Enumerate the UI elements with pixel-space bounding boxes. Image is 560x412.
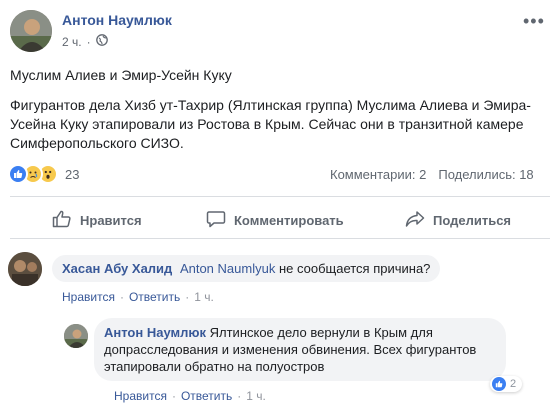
stats-spacer: [426, 167, 438, 182]
comment-actions: Нравится · Ответить · 1 ч.: [62, 290, 214, 304]
separator: ·: [119, 290, 124, 304]
post-title: Муслим Алиев и Эмир-Усейн Куку: [10, 67, 232, 83]
reply-bubble: Антон Наумлюк Ялтинское дело вернули в К…: [94, 318, 506, 381]
like-button[interactable]: Нравится: [52, 210, 142, 231]
reply-reactions[interactable]: 2: [490, 376, 523, 392]
like-label: Нравится: [80, 213, 142, 228]
shares-count-link[interactable]: Поделились: 18: [438, 167, 533, 182]
separator: ·: [185, 290, 190, 304]
separator: ·: [237, 389, 242, 403]
comments-count-link[interactable]: Комментарии: 2: [330, 167, 426, 182]
comment-label: Комментировать: [234, 213, 344, 228]
reply-actions: Нравится · Ответить · 1 ч.: [114, 389, 266, 403]
like-icon: [492, 377, 506, 391]
separator: ·: [171, 389, 176, 403]
author-avatar[interactable]: [10, 10, 52, 52]
reply-reply-link[interactable]: Ответить: [181, 389, 232, 403]
comment-button[interactable]: Комментировать: [206, 210, 344, 231]
like-icon: [8, 164, 28, 184]
comment-reply-link[interactable]: Ответить: [129, 290, 180, 304]
reply-avatar[interactable]: [64, 324, 88, 348]
comment-mention[interactable]: Anton Naumlyuk: [180, 261, 275, 276]
reactions-summary[interactable]: 23: [8, 164, 79, 184]
thumbs-up-icon: [52, 210, 80, 231]
comment-bubble: Хасан Абу Халид Anton Naumlyuk не сообща…: [52, 255, 441, 282]
divider-top: [10, 196, 550, 197]
globe-icon[interactable]: [95, 34, 108, 49]
reply-timestamp[interactable]: 1 ч.: [246, 389, 266, 403]
post-timestamp[interactable]: 2 ч.: [62, 35, 82, 49]
divider-bottom: [10, 238, 550, 239]
comment-text: не сообщается причина?: [275, 261, 431, 276]
commenter-avatar[interactable]: [8, 252, 42, 286]
comment-timestamp[interactable]: 1 ч.: [194, 290, 214, 304]
reply-like-link[interactable]: Нравится: [114, 389, 167, 403]
share-label: Поделиться: [433, 213, 512, 228]
comment-author[interactable]: Хасан Абу Халид: [62, 261, 172, 276]
post-author-name[interactable]: Антон Наумлюк: [62, 12, 172, 28]
share-arrow-icon: [405, 210, 433, 231]
comment-like-link[interactable]: Нравится: [62, 290, 115, 304]
reply-reaction-count: 2: [510, 378, 517, 390]
reply-author[interactable]: Антон Наумлюк: [104, 325, 206, 340]
share-button[interactable]: Поделиться: [405, 210, 511, 231]
reaction-count[interactable]: 23: [65, 167, 79, 182]
dot-separator: ·: [86, 34, 91, 49]
more-options-button[interactable]: •••: [523, 12, 545, 30]
comment-bubble-icon: [206, 210, 234, 231]
post-body: Фигурантов дела Хизб ут-Тахрир (Ялтинска…: [10, 97, 531, 151]
